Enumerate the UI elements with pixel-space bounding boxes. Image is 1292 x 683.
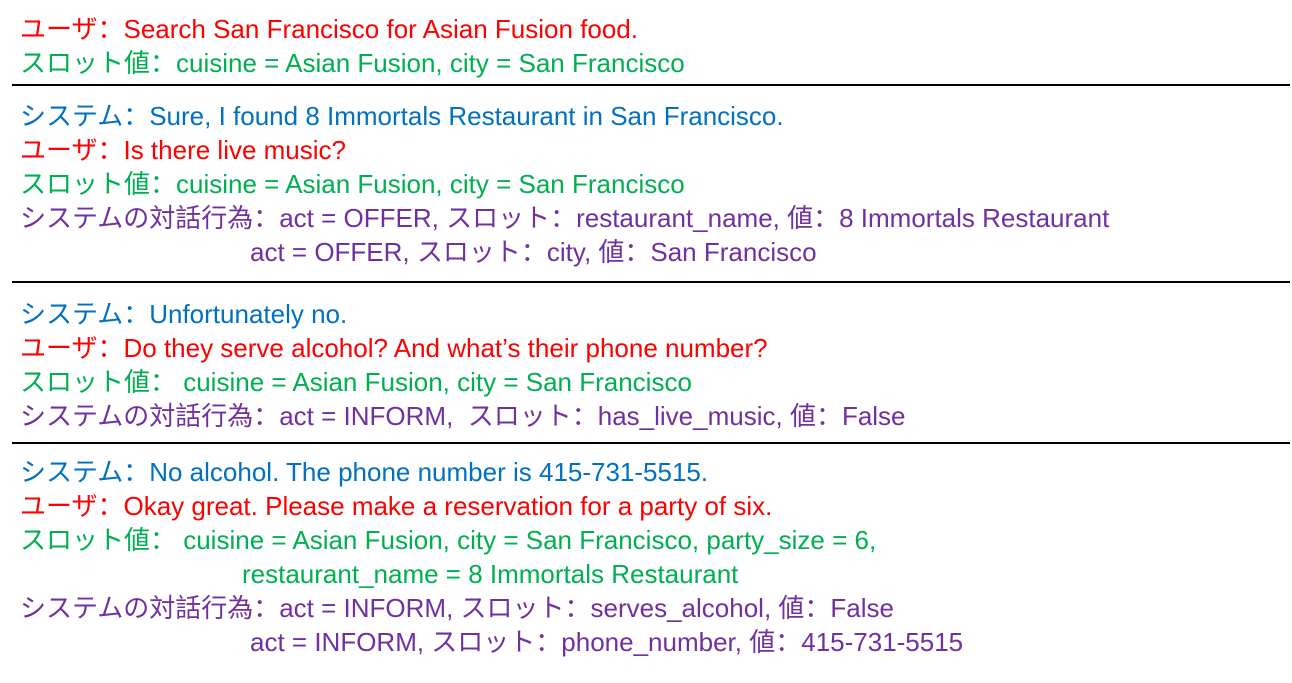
system-utterance: システム：Sure, I found 8 Immortals Restauran… [20,101,784,131]
slot-values: スロット値：cuisine = Asian Fusion, city = San… [20,48,685,78]
system-dialogue-act: システムの対話行為：act = INFORM, スロット：has_live_mu… [20,401,906,431]
slot-values: スロット値：cuisine = Asian Fusion, city = San… [20,169,685,199]
system-dialogue-act: システムの対話行為：act = OFFER, スロット：restaurant_n… [20,203,1110,233]
system-dialogue-act-continued: act = INFORM, スロット：phone_number, 値：415-7… [250,627,964,657]
user-utterance: ユーザ：Okay great. Please make a reservatio… [20,491,773,521]
system-dialogue-act: システムの対話行為：act = INFORM, スロット：serves_alco… [20,593,894,623]
user-utterance: ユーザ：Search San Francisco for Asian Fusio… [20,14,638,44]
system-dialogue-act-continued: act = OFFER, スロット：city, 値：San Francisco [250,237,817,267]
user-utterance: ユーザ：Do they serve alcohol? And what’s th… [20,333,768,363]
slot-values-continued: restaurant_name = 8 Immortals Restaurant [242,559,739,589]
slot-values: スロット値： cuisine = Asian Fusion, city = Sa… [20,525,877,555]
user-utterance: ユーザ：Is there live music? [20,135,347,165]
dialogue-turn-2: システム：Sure, I found 8 Immortals Restauran… [20,99,1109,269]
dialogue-turn-3: システム：Unfortunately no. ユーザ：Do they serve… [20,297,906,433]
system-utterance: システム：No alcohol. The phone number is 415… [20,457,709,487]
turn-separator [12,84,1290,86]
dialogue-turn-4: システム：No alcohol. The phone number is 415… [20,455,963,659]
turn-separator [12,442,1290,444]
dialogue-turn-1: ユーザ：Search San Francisco for Asian Fusio… [20,12,685,80]
turn-separator [12,281,1290,283]
system-utterance: システム：Unfortunately no. [20,299,348,329]
slot-values: スロット値： cuisine = Asian Fusion, city = Sa… [20,367,692,397]
